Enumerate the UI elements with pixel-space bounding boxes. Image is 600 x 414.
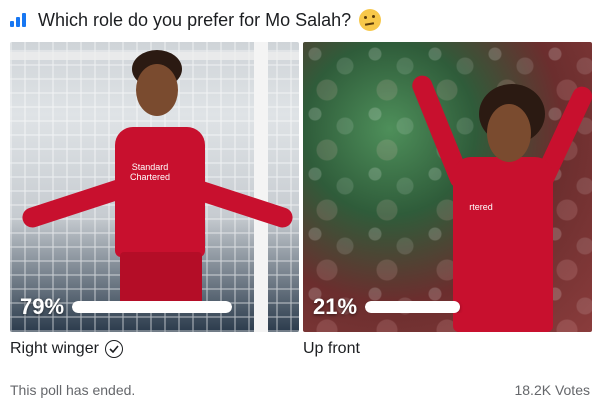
sponsor-text-line2: rtered bbox=[469, 202, 493, 212]
progress-fill bbox=[72, 301, 233, 313]
vote-count: 18.2K Votes bbox=[514, 382, 590, 398]
selected-check-circle-icon bbox=[104, 340, 123, 358]
option-label-right-winger[interactable]: Right winger bbox=[10, 340, 123, 358]
result-bar-right-winger: 79% bbox=[20, 294, 233, 320]
option-label-text: Up front bbox=[303, 340, 360, 357]
sponsor-text-line2: Chartered bbox=[129, 172, 171, 182]
percent-label: 79% bbox=[20, 294, 65, 319]
player-photo-arms-raised: rtered bbox=[303, 42, 592, 332]
poll-footer: This poll has ended. 18.2K Votes bbox=[10, 382, 590, 398]
poll-bar-chart-icon bbox=[10, 13, 30, 27]
progress-track bbox=[365, 301, 575, 313]
percent-label: 21% bbox=[313, 294, 358, 319]
progress-fill bbox=[365, 301, 460, 313]
poll-option-up-front[interactable]: rtered 21% bbox=[303, 42, 592, 332]
result-bar-up-front: 21% bbox=[313, 294, 575, 320]
poll-header: Which role do you prefer for Mo Salah? bbox=[10, 6, 382, 34]
poll-question: Which role do you prefer for Mo Salah? bbox=[38, 9, 352, 30]
player-photo-celebrating-goal: Standard Chartered bbox=[10, 42, 299, 332]
option-label-up-front[interactable]: Up front bbox=[303, 340, 360, 358]
thinking-face-emoji-icon bbox=[359, 9, 382, 31]
progress-track bbox=[72, 301, 233, 313]
poll-status: This poll has ended. bbox=[10, 382, 136, 398]
option-label-text: Right winger bbox=[10, 340, 99, 357]
poll-option-right-winger[interactable]: Standard Chartered 79% bbox=[10, 42, 299, 332]
sponsor-text-line1: Standard bbox=[131, 162, 169, 172]
